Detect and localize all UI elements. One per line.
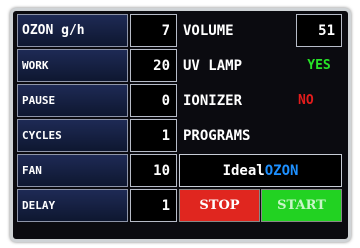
start-button[interactable]: START bbox=[261, 189, 342, 222]
uv-lamp-status-toggle[interactable]: YES bbox=[296, 49, 342, 82]
delay-value-field[interactable]: 1 bbox=[130, 189, 177, 222]
pause-label: PAUSE bbox=[17, 84, 128, 117]
control-panel-screen: OZON g/h 7 WORK 20 PAUSE 0 CYCLES 1 FAN … bbox=[10, 8, 351, 242]
ozon-value-field[interactable]: 7 bbox=[130, 14, 177, 47]
ozon-label: OZON g/h bbox=[17, 14, 128, 47]
work-label: WORK bbox=[17, 49, 128, 82]
volume-label: VOLUME bbox=[179, 14, 295, 47]
delay-label: DELAY bbox=[17, 189, 128, 222]
cycles-value-field[interactable]: 1 bbox=[130, 119, 177, 152]
programs-button[interactable]: PROGRAMS bbox=[179, 119, 342, 152]
work-value-field[interactable]: 20 bbox=[130, 49, 177, 82]
fan-label: FAN bbox=[17, 154, 128, 187]
uv-lamp-label: UV LAMP bbox=[179, 49, 295, 82]
cycles-label: CYCLES bbox=[17, 119, 128, 152]
ionizer-label: IONIZER bbox=[179, 84, 295, 117]
brand-part-ideal: Ideal bbox=[222, 162, 265, 179]
volume-value-field[interactable]: 51 bbox=[296, 14, 342, 47]
stop-button[interactable]: STOP bbox=[179, 189, 260, 222]
brand-part-ozon: OZON bbox=[264, 162, 299, 179]
pause-value-field[interactable]: 0 bbox=[130, 84, 177, 117]
fan-value-field[interactable]: 10 bbox=[130, 154, 177, 187]
brand-logo: Ideal OZON bbox=[179, 154, 342, 187]
ionizer-status-toggle[interactable]: NO bbox=[296, 84, 342, 117]
